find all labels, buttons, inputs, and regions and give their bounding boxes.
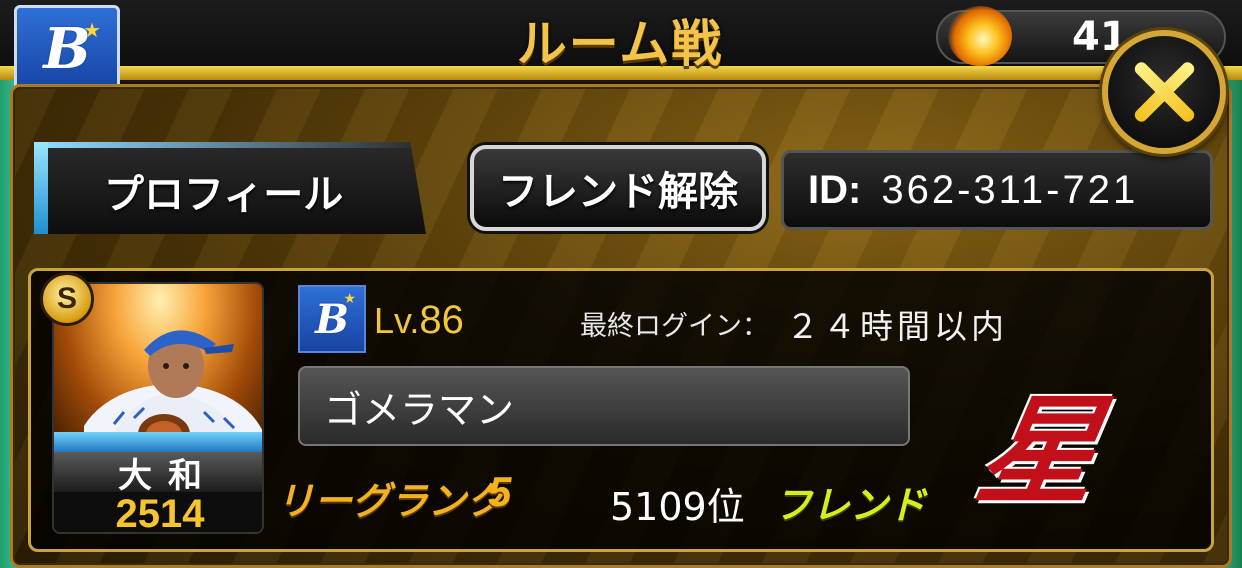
tab-profile-label: プロフィール xyxy=(104,172,344,218)
level-value: 86 xyxy=(419,298,464,342)
user-id-value: 362-311-721 xyxy=(881,167,1139,212)
rank-emblem-char: 星 xyxy=(967,380,1111,520)
close-button[interactable] xyxy=(1102,30,1226,154)
star-icon: ★ xyxy=(83,18,101,42)
team-logo-small: B ★ xyxy=(298,285,366,353)
star-icon: ★ xyxy=(343,291,356,307)
friend-status-tag: フレンド xyxy=(774,483,927,527)
league-rank-label: リーグランク xyxy=(276,479,505,523)
tab-shine xyxy=(48,142,426,148)
player-name-plate: 大和 xyxy=(54,452,262,496)
page-title: ルーム戦 xyxy=(516,15,724,73)
user-id-label: ID: xyxy=(808,167,862,212)
user-name-field: ゴメラマン xyxy=(298,366,910,446)
fireball-icon xyxy=(948,6,1012,66)
user-id-display: ID: 362-311-721 xyxy=(781,150,1213,230)
last-login-label: 最終ログイン： xyxy=(580,311,769,342)
tab-profile[interactable]: プロフィール xyxy=(34,142,426,234)
rarity-badge-label: S xyxy=(56,282,77,315)
tab-accent xyxy=(34,142,48,234)
rank-emblem: 星 xyxy=(968,370,1111,520)
close-icon xyxy=(1129,57,1199,127)
rarity-badge: S xyxy=(40,272,94,326)
ranking-position: 5109位 xyxy=(610,485,745,529)
team-logo: B ★ xyxy=(14,5,120,93)
unfriend-button[interactable]: フレンド解除 xyxy=(470,145,766,231)
player-power: 2514 xyxy=(115,491,205,534)
player-power-plate: 2514 xyxy=(54,491,262,534)
league-rank-value: 5 xyxy=(488,468,512,515)
level-prefix: Lv. xyxy=(374,300,420,341)
last-login-value: ２４時間以内 xyxy=(786,307,1008,346)
unfriend-button-label: フレンド解除 xyxy=(498,169,738,215)
player-name: 大和 xyxy=(118,455,218,496)
user-level: Lv.86 xyxy=(374,298,464,343)
user-name: ゴメラマン xyxy=(324,387,515,432)
